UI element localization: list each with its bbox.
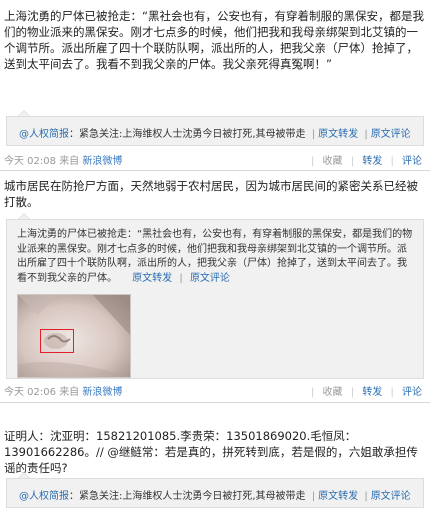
original-comment-link[interactable]: 原文评论 [371,129,411,140]
comment-button[interactable]: 评论 [402,387,422,398]
quoted-text-block: 上海沈勇的尸体已被抢走：“黑社会也有，公安也有，有穿着制服的黑保安，都是我们的物… [17,228,415,286]
post-actions: | 收藏 | 转发 | 评论 [306,152,422,167]
highlight-box [40,329,74,353]
quoted-post-line: @人权简报：紧急关注:上海维权人士沈勇今日被打死,其母被带走 | 原文转发 | 原文… [19,487,411,502]
post-image-thumbnail[interactable] [17,294,131,378]
separator: | [350,387,355,398]
post-text: 城市居民在防抢尸方面，天然地弱于农村居民，因为城市居民间的紧密关系已经被打散。 [4,179,418,209]
source-link[interactable]: 新浪微博 [82,156,122,167]
source-link[interactable]: 新浪微博 [82,387,122,398]
quoted-links: 原文转发 | 原文评论 [120,273,230,284]
favorite-button[interactable]: 收藏 [323,387,343,398]
separator: | [390,156,394,167]
post-text: 证明人：沈亚明：15821201085.李贵荣：13501869020.毛恒凤：… [4,429,418,475]
thumbnail-photo [18,295,130,377]
quoted-user-link[interactable]: @人权简报 [19,129,69,140]
original-comment-link[interactable]: 原文评论 [190,273,230,284]
separator: | [310,387,315,398]
feed-item-3: 证明人：沈亚明：15821201085.李贵荣：13501869020.毛恒凤：… [0,402,430,518]
original-repost-link[interactable]: 原文转发 [132,273,172,284]
quoted-text: ：紧急关注:上海维权人士沈勇今日被打死,其母被带走 [69,491,306,502]
favorite-button[interactable]: 收藏 [323,156,343,167]
original-repost-link[interactable]: 原文转发 [318,491,358,502]
post-time[interactable]: 今天 02:08 [4,156,56,167]
quoted-post: @人权简报：紧急关注:上海维权人士沈勇今日被打死,其母被带走 | 原文转发 | 原文… [6,478,424,508]
separator: | [310,156,315,167]
quoted-post-line: @人权简报：紧急关注:上海维权人士沈勇今日被打死,其母被带走 | 原文转发 | 原文… [19,125,411,140]
original-repost-link[interactable]: 原文转发 [318,129,358,140]
original-comment-link[interactable]: 原文评论 [371,491,411,502]
repost-button[interactable]: 转发 [362,387,382,398]
feed-item-2: 城市居民在防抢尸方面，天然地弱于农村居民，因为城市居民间的紧密关系已经被打散。 … [0,170,430,402]
comment-button[interactable]: 评论 [402,156,422,167]
post-time[interactable]: 今天 02:06 [4,387,56,398]
from-label: 来自 [59,387,80,398]
repost-button[interactable]: 转发 [362,156,382,167]
quoted-post: 上海沈勇的尸体已被抢走：“黑社会也有，公安也有，有穿着制服的黑保安，都是我们的物… [6,219,424,379]
separator: | [311,129,316,140]
separator: | [364,129,368,140]
post-actions: | 收藏 | 转发 | 评论 [306,383,422,398]
separator: | [179,272,183,284]
weibo-feed: 上海沈勇的尸体已被抢走：“黑社会也有，公安也有，有穿着制服的黑保安，都是我们的物… [0,0,430,518]
quoted-text: ：紧急关注:上海维权人士沈勇今日被打死,其母被带走 [69,129,306,140]
quoted-post: @人权简报：紧急关注:上海维权人士沈勇今日被打死,其母被带走 | 原文转发 | 原文… [6,116,424,146]
feed-item-1: 上海沈勇的尸体已被抢走：“黑社会也有，公安也有，有穿着制服的黑保安，都是我们的物… [0,0,430,170]
separator: | [364,491,368,502]
separator: | [350,156,355,167]
post-text: 上海沈勇的尸体已被抢走：“黑社会也有，公安也有，有穿着制服的黑保安，都是我们的物… [4,9,424,71]
separator: | [311,491,316,502]
quoted-user-link[interactable]: @人权简报 [19,491,69,502]
from-label: 来自 [59,156,80,167]
separator: | [390,387,394,398]
